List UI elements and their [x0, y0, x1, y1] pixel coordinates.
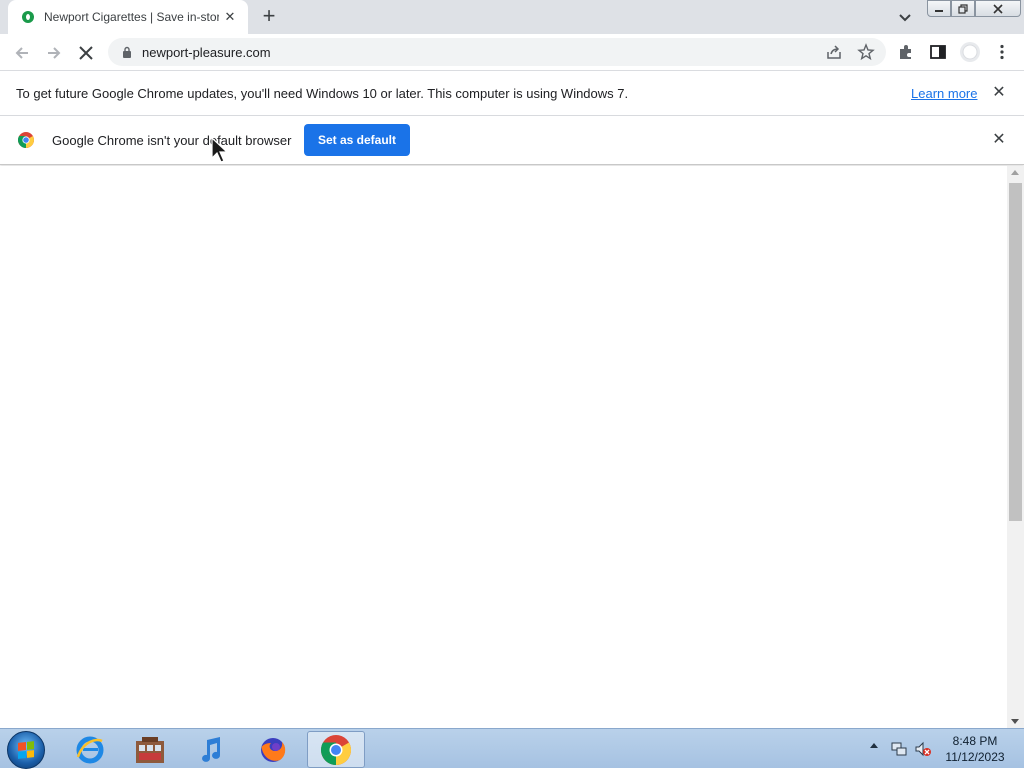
windows-taskbar [0, 728, 1024, 769]
tab-search-chevron-icon[interactable] [896, 8, 914, 26]
default-browser-infobar: Google Chrome isn't your default browser… [0, 116, 1024, 165]
forward-arrow-icon[interactable] [43, 42, 65, 64]
chrome-logo-icon [18, 132, 34, 148]
scroll-thumb[interactable] [1009, 183, 1022, 521]
internet-explorer-icon [76, 736, 104, 763]
itunes-music-note-icon [202, 736, 221, 762]
tab-close-button[interactable]: ✕ [222, 9, 238, 25]
network-icon[interactable] [890, 740, 908, 758]
side-panel-icon[interactable] [929, 43, 947, 61]
vertical-scrollbar[interactable] [1007, 166, 1024, 728]
chrome-icon [320, 734, 352, 765]
volume-muted-icon[interactable] [914, 740, 932, 758]
update-infobar: To get future Google Chrome updates, you… [0, 71, 1024, 116]
minimize-button[interactable] [927, 0, 951, 17]
tab-newport[interactable]: Newport Cigarettes | Save in-store ✕ [8, 0, 248, 34]
windows-logo-icon [18, 741, 34, 759]
default-browser-message: Google Chrome isn't your default browser [52, 133, 292, 148]
browser-toolbar: newport-pleasure.com [0, 34, 1024, 71]
lock-icon[interactable] [122, 46, 132, 58]
system-clock[interactable]: 8:48 PM 11/12/2023 [940, 733, 1010, 765]
address-bar[interactable]: newport-pleasure.com [108, 38, 886, 66]
start-button[interactable] [7, 731, 45, 769]
media-center-icon [136, 736, 164, 763]
back-arrow-icon[interactable] [11, 42, 33, 64]
taskbar-media-center[interactable] [121, 731, 179, 768]
clock-time: 8:48 PM [952, 734, 998, 748]
extensions-puzzle-icon[interactable] [897, 43, 915, 61]
scroll-down-arrow-icon[interactable] [1011, 719, 1019, 724]
taskbar-google-chrome[interactable] [307, 731, 365, 768]
restore-icon [958, 3, 968, 14]
page-content [0, 166, 1007, 728]
url-text[interactable]: newport-pleasure.com [142, 45, 271, 60]
scroll-up-arrow-icon[interactable] [1011, 170, 1019, 175]
restore-button[interactable] [951, 0, 975, 17]
tab-title: Newport Cigarettes | Save in-store [44, 10, 219, 24]
set-as-default-button[interactable]: Set as default [304, 124, 410, 156]
new-tab-button[interactable]: + [258, 5, 280, 28]
show-hidden-icons-icon[interactable] [870, 743, 878, 748]
update-message: To get future Google Chrome updates, you… [16, 86, 629, 101]
close-update-infobar-button[interactable]: ✕ [991, 85, 1007, 101]
share-icon[interactable] [825, 43, 843, 61]
bookmark-star-icon[interactable] [857, 43, 875, 61]
close-icon [993, 3, 1003, 14]
kebab-menu-icon[interactable] [993, 43, 1011, 61]
close-default-infobar-button[interactable]: ✕ [991, 132, 1007, 148]
learn-more-link[interactable]: Learn more [911, 86, 977, 101]
window-controls [927, 0, 1021, 17]
taskbar-firefox[interactable] [244, 731, 302, 768]
site-favicon-icon [22, 11, 34, 23]
minimize-icon [935, 9, 943, 12]
clock-date: 11/12/2023 [945, 750, 1005, 764]
firefox-icon [261, 737, 286, 762]
taskbar-itunes[interactable] [182, 731, 240, 768]
tab-strip: Newport Cigarettes | Save in-store ✕ + [0, 0, 1024, 34]
profile-avatar-icon[interactable] [959, 41, 981, 63]
stop-loading-icon[interactable] [75, 42, 97, 64]
taskbar-internet-explorer[interactable] [61, 731, 119, 768]
close-window-button[interactable] [975, 0, 1021, 17]
mouse-pointer-icon [211, 136, 229, 163]
